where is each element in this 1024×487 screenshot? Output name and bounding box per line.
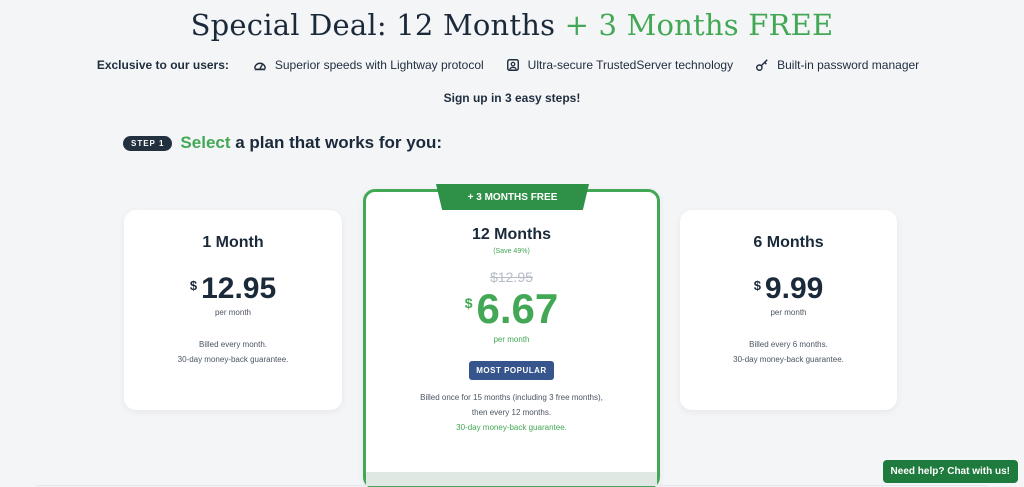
step-title-accent: Select (180, 133, 231, 152)
plan-card-6-months[interactable]: 6 Months $ 9.99 per month Billed every 6… (680, 210, 897, 410)
plan-card-12-months[interactable]: + 3 MONTHS FREE 12 Months (Save 49%) $12… (363, 184, 660, 487)
plan-card-1-month[interactable]: 1 Month $ 12.95 per month Billed every m… (124, 210, 342, 410)
feature-server: Ultra-secure TrustedServer technology (506, 58, 733, 72)
price: $ 12.95 (124, 272, 342, 306)
steps-note: Sign up in 3 easy steps! (443, 91, 581, 105)
headline-main: Special Deal: 12 Months (190, 8, 565, 42)
step-title: Select a plan that works for you: (180, 133, 442, 153)
billing-info: Billed once for 15 months (including 3 f… (366, 390, 657, 435)
free-months-ribbon: + 3 MONTHS FREE (436, 184, 589, 210)
billing-line-2: then every 12 months. (471, 408, 552, 417)
save-label: (Save 49%) (493, 248, 530, 255)
feature-key-label: Built-in password manager (777, 58, 920, 72)
price: $ 6.67 (366, 285, 657, 333)
price-period: per month (214, 308, 252, 317)
plan-name: 1 Month (202, 234, 264, 251)
price: $ 9.99 (680, 272, 897, 306)
card-footer (366, 472, 657, 486)
price-amount: 9.99 (764, 272, 824, 305)
billing-info: Billed every 6 months. 30-day money-back… (680, 337, 897, 367)
page-headline: Special Deal: 12 Months + 3 Months FREE (0, 8, 1024, 42)
billing-info: Billed every month. 30-day money-back gu… (124, 337, 342, 367)
plan-name: 6 Months (753, 234, 824, 251)
guarantee-line: 30-day money-back guarantee. (177, 355, 289, 364)
features-lead: Exclusive to our users: (96, 58, 229, 72)
chat-button[interactable]: Need help? Chat with us! (882, 460, 1018, 483)
step-title-rest: a plan that works for you: (230, 133, 443, 152)
guarantee-line: 30-day money-back guarantee. (456, 423, 567, 432)
plan-name: 12 Months (471, 226, 552, 243)
headline-free: + 3 Months FREE (564, 8, 834, 42)
features-bar: Exclusive to our users: Superior speeds … (0, 58, 1024, 72)
step-pill: STEP 1 (123, 135, 173, 151)
feature-key: Built-in password manager (755, 58, 919, 72)
price-period: per month (770, 308, 807, 317)
feature-speed-label: Superior speeds with Lightway protocol (274, 58, 484, 72)
feature-server-label: Ultra-secure TrustedServer technology (527, 58, 734, 72)
step-heading: STEP 1 Select a plan that works for you: (123, 133, 442, 153)
currency-symbol: $ (464, 295, 473, 311)
key-icon (756, 59, 768, 71)
guarantee-line: 30-day money-back guarantee. (733, 355, 844, 364)
server-shield-icon (506, 59, 519, 71)
price-amount: 12.95 (201, 272, 277, 305)
billing-line: Billed every 6 months. (749, 340, 828, 349)
speed-icon (253, 62, 266, 71)
old-price: $12.95 (490, 269, 533, 285)
currency-symbol: $ (753, 278, 761, 293)
price-amount: 6.67 (476, 285, 559, 332)
currency-symbol: $ (189, 278, 198, 293)
billing-line: Billed once for 15 months (including 3 f… (420, 393, 603, 402)
divider (36, 485, 988, 486)
feature-speed: Superior speeds with Lightway protocol (253, 58, 484, 72)
billing-line: Billed every month. (198, 340, 268, 349)
price-period: per month (493, 335, 530, 344)
most-popular-badge: MOST POPULAR (469, 361, 554, 380)
